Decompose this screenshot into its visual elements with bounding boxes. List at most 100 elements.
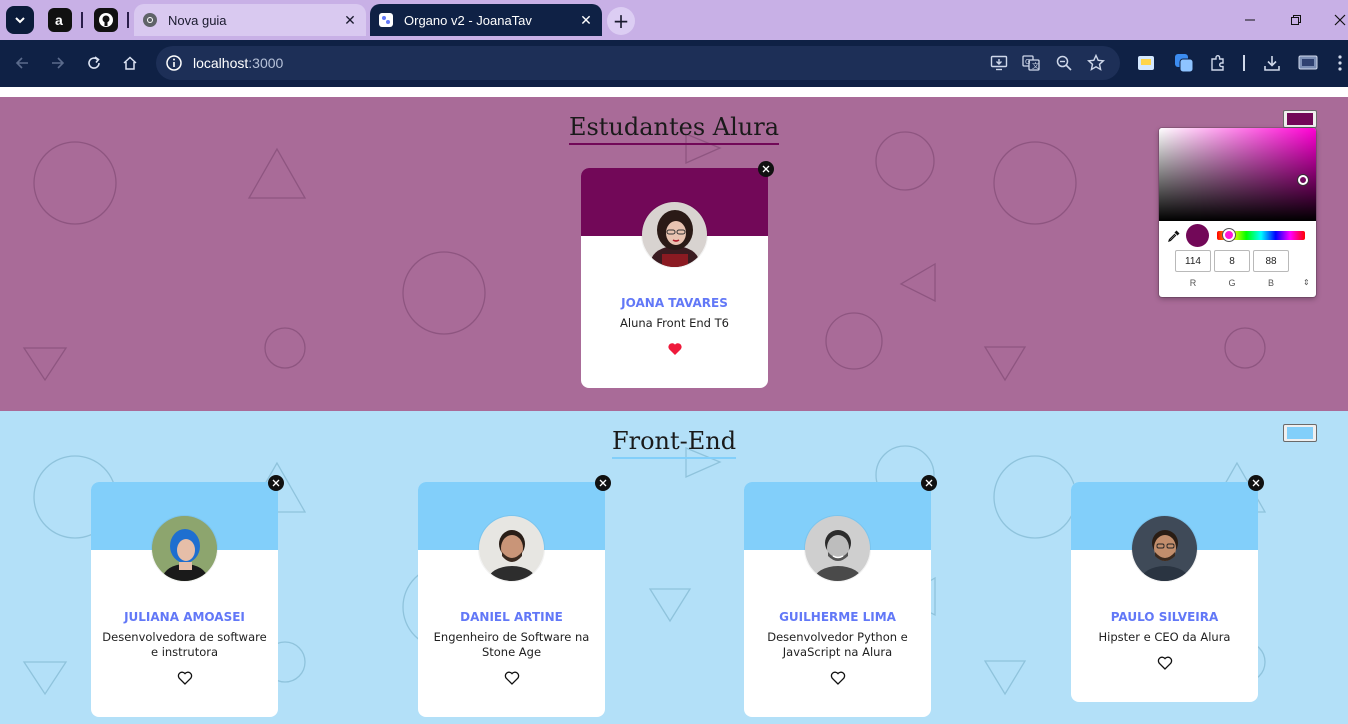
new-tab-button[interactable]: + [607, 7, 635, 35]
downloads-icon[interactable] [1260, 51, 1284, 75]
forward-button[interactable] [44, 49, 72, 77]
delete-member-button[interactable] [268, 475, 284, 491]
address-bar[interactable]: localhost:3000 G文 [156, 46, 1120, 80]
team-section-front-end: Front-End JULIANA AMOASEI Desenvolvedora… [0, 411, 1348, 724]
svg-text:G: G [1025, 58, 1030, 66]
color-swatch [1287, 427, 1313, 439]
home-button[interactable] [116, 49, 144, 77]
saturation-area[interactable] [1159, 128, 1316, 221]
close-icon [272, 479, 280, 487]
minimize-button[interactable] [1238, 8, 1262, 32]
plus-icon: + [612, 9, 630, 33]
section-title: Estudantes Alura [0, 113, 1348, 145]
tab-separator [81, 12, 83, 28]
chevron-down-icon [15, 17, 25, 24]
delete-member-button[interactable] [1248, 475, 1264, 491]
member-role: Desenvolvedora de software e instrutora [102, 630, 267, 659]
tab-separator [127, 12, 129, 28]
close-icon [762, 165, 770, 173]
bookmark-star-icon[interactable] [1086, 53, 1106, 73]
extension-copy-icon[interactable] [1172, 51, 1196, 75]
reload-button[interactable] [80, 49, 108, 77]
organo-favicon-icon [379, 13, 393, 27]
toolbar-separator [1243, 55, 1245, 71]
color-picker-popup: 114 8 88 R G B ⇕ [1159, 128, 1316, 297]
green-input[interactable]: 8 [1214, 250, 1250, 272]
avatar [641, 201, 708, 268]
close-icon [925, 479, 933, 487]
url-text[interactable]: localhost:3000 [193, 55, 283, 71]
member-card: JULIANA AMOASEI Desenvolvedora de softwa… [91, 482, 278, 717]
translate-icon[interactable]: G文 [1021, 53, 1041, 73]
member-card: GUILHERME LIMA Desenvolvedor Python e Ja… [744, 482, 931, 717]
extensions-puzzle-icon[interactable] [1206, 51, 1230, 75]
github-icon [99, 13, 113, 27]
delete-member-button[interactable] [595, 475, 611, 491]
favorite-button[interactable] [666, 341, 684, 359]
site-info-icon[interactable] [164, 53, 184, 73]
member-name: JOANA TAVARES [621, 296, 728, 310]
tab-title: Organo v2 - JoanaTav [404, 12, 532, 28]
tab-organo[interactable]: Organo v2 - JoanaTav ✕ [370, 4, 602, 36]
svg-text:文: 文 [1032, 61, 1039, 70]
reload-icon [88, 56, 100, 69]
close-icon[interactable]: ✕ [340, 10, 360, 30]
back-button[interactable] [8, 49, 36, 77]
svg-text:a: a [55, 12, 63, 28]
member-card: PAULO SILVEIRA Hipster e CEO da Alura [1071, 482, 1258, 702]
saturation-handle[interactable] [1298, 175, 1308, 185]
avatar [804, 515, 871, 582]
zoom-icon[interactable] [1054, 53, 1074, 73]
avatar [1131, 515, 1198, 582]
tab-title: Nova guia [168, 12, 227, 28]
favorite-button[interactable] [503, 670, 521, 688]
favorite-button[interactable] [1156, 655, 1174, 673]
team-color-input[interactable] [1283, 424, 1317, 442]
member-name: PAULO SILVEIRA [1110, 610, 1219, 624]
tab-nova-guia[interactable]: Nova guia ✕ [134, 4, 366, 36]
team-color-input[interactable] [1283, 110, 1317, 128]
home-icon [123, 56, 137, 70]
extension-notes-icon[interactable] [1134, 51, 1158, 75]
delete-member-button[interactable] [758, 161, 774, 177]
member-card: DANIEL ARTINE Engenheiro de Software na … [418, 482, 605, 717]
pinned-tab-amazon[interactable]: a [48, 8, 72, 32]
member-role: Engenheiro de Software na Stone Age [433, 630, 590, 659]
heart-outline-icon [1157, 656, 1172, 670]
delete-member-button[interactable] [921, 475, 937, 491]
format-toggle-icon[interactable]: ⇕ [1303, 278, 1310, 287]
favorite-button[interactable] [829, 670, 847, 688]
pinned-tab-github[interactable] [94, 8, 118, 32]
heart-outline-icon [830, 671, 845, 685]
arrow-left-icon [15, 57, 28, 69]
hue-handle[interactable] [1223, 229, 1235, 241]
heart-filled-icon [667, 343, 682, 355]
member-name: JULIANA AMOASEI [124, 610, 245, 624]
avatar [151, 515, 218, 582]
member-role: Hipster e CEO da Alura [1098, 630, 1231, 644]
member-role: Desenvolvedor Python e JavaScript na Alu… [767, 630, 908, 659]
more-menu-icon[interactable] [1332, 51, 1348, 75]
close-icon[interactable]: ✕ [576, 10, 596, 30]
red-input[interactable]: 114 [1175, 250, 1211, 272]
color-preview [1186, 224, 1209, 247]
minimize-icon [1245, 19, 1255, 21]
restore-icon [1291, 15, 1301, 25]
favorite-button[interactable] [176, 670, 194, 688]
red-label: R [1189, 278, 1197, 288]
restore-button[interactable] [1284, 8, 1308, 32]
member-role: Aluna Front End T6 [620, 316, 729, 330]
install-app-icon[interactable] [989, 53, 1009, 73]
color-swatch [1287, 113, 1313, 125]
member-card: JOANA TAVARES Aluna Front End T6 [581, 168, 768, 388]
tab-bar: a Nova guia ✕ Organo v2 - JoanaTav ✕ + [0, 0, 1348, 40]
tab-search-button[interactable] [6, 6, 34, 34]
close-window-button[interactable] [1328, 8, 1348, 32]
url-host: localhost [193, 55, 249, 71]
member-name: DANIEL ARTINE [460, 610, 563, 624]
profile-avatar-icon[interactable] [1296, 51, 1320, 75]
eyedropper-icon[interactable] [1167, 228, 1181, 242]
close-icon [599, 479, 607, 487]
blue-input[interactable]: 88 [1253, 250, 1289, 272]
arrow-right-icon [52, 57, 65, 69]
